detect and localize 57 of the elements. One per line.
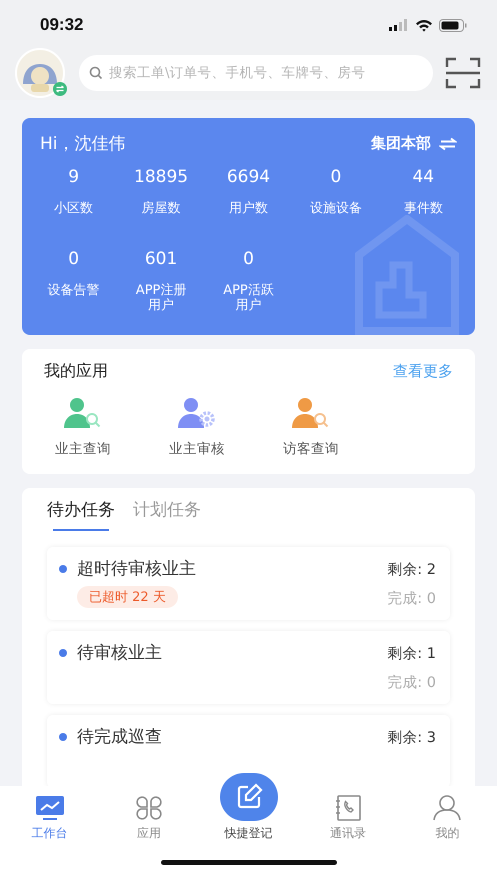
apps-icon [134,795,164,821]
stat-value: 0 [68,249,80,269]
app-item[interactable]: 业主审核 [158,398,236,458]
stat-value: 0 [243,249,254,269]
wifi-icon [415,18,433,32]
stat-label: 小区数 [53,201,94,216]
remaining-count: 剩余: 1 [387,645,436,663]
stat-value: 18895 [134,167,188,187]
bullet-icon [59,648,67,656]
stat-value: 44 [412,167,434,187]
user-search-icon [291,398,331,428]
greeting: Hi，沈佳伟 [40,133,126,155]
task-tab[interactable]: 待办任务 [47,498,115,533]
nav-item[interactable]: 通讯录 [298,786,398,848]
task-title: 待审核业主 [77,642,162,664]
user-gear-icon [177,398,217,428]
task-card[interactable]: 待审核业主 剩余: 1 完成: 0 [47,631,450,704]
stat-label: 房屋数 [140,201,182,216]
app-item[interactable]: 业主查询 [44,398,122,458]
stat-value: 0 [330,167,342,187]
stat-value: 601 [144,249,178,269]
user-icon [432,795,462,821]
app-item[interactable]: 访客查询 [272,398,350,458]
stat-label: APP注册用户 [134,283,188,313]
scan-icon[interactable] [445,57,481,89]
section-title: 我的应用 [44,361,108,382]
stat-label: 事件数 [402,201,444,216]
swap-arrows-icon[interactable] [439,136,457,150]
done-count: 完成: 0 [387,674,436,692]
chart-icon [34,795,65,821]
remaining-count: 剩余: 3 [387,729,436,747]
stat-label: 设备告警 [46,283,101,298]
nav-item[interactable]: 工作台 [0,786,100,848]
status-time: 09:32 [40,15,84,35]
user-search-icon [63,398,103,428]
switch-icon[interactable] [53,82,67,96]
stat-value: 6694 [226,167,270,187]
search-icon [89,66,103,80]
signal-icon [389,19,409,31]
task-card[interactable]: 超时待审核业主 已超时 22 天 剩余: 2 完成: 0 [47,547,450,620]
nav-item[interactable]: 我的 [398,786,497,848]
overdue-badge: 已超时 22 天 [77,586,178,608]
bullet-icon [59,564,67,572]
battery-icon [439,18,467,32]
task-title: 超时待审核业主 [77,558,196,580]
remaining-count: 剩余: 2 [387,561,436,579]
stat-label: 用户数 [228,201,269,216]
done-count: 完成: 0 [387,590,436,608]
building-shield-icon [355,215,459,335]
stat-value: 9 [68,167,80,187]
task-title: 待完成巡查 [77,726,162,748]
bullet-icon [59,732,67,740]
stat-label: APP活跃用户 [222,283,275,313]
avatar[interactable] [15,48,65,98]
search-field[interactable]: 搜索工单\订单号、手机号、车牌号、房号 [79,55,433,91]
stat-label: 设施设备 [308,201,363,216]
nav-item[interactable]: 应用 [99,786,199,848]
